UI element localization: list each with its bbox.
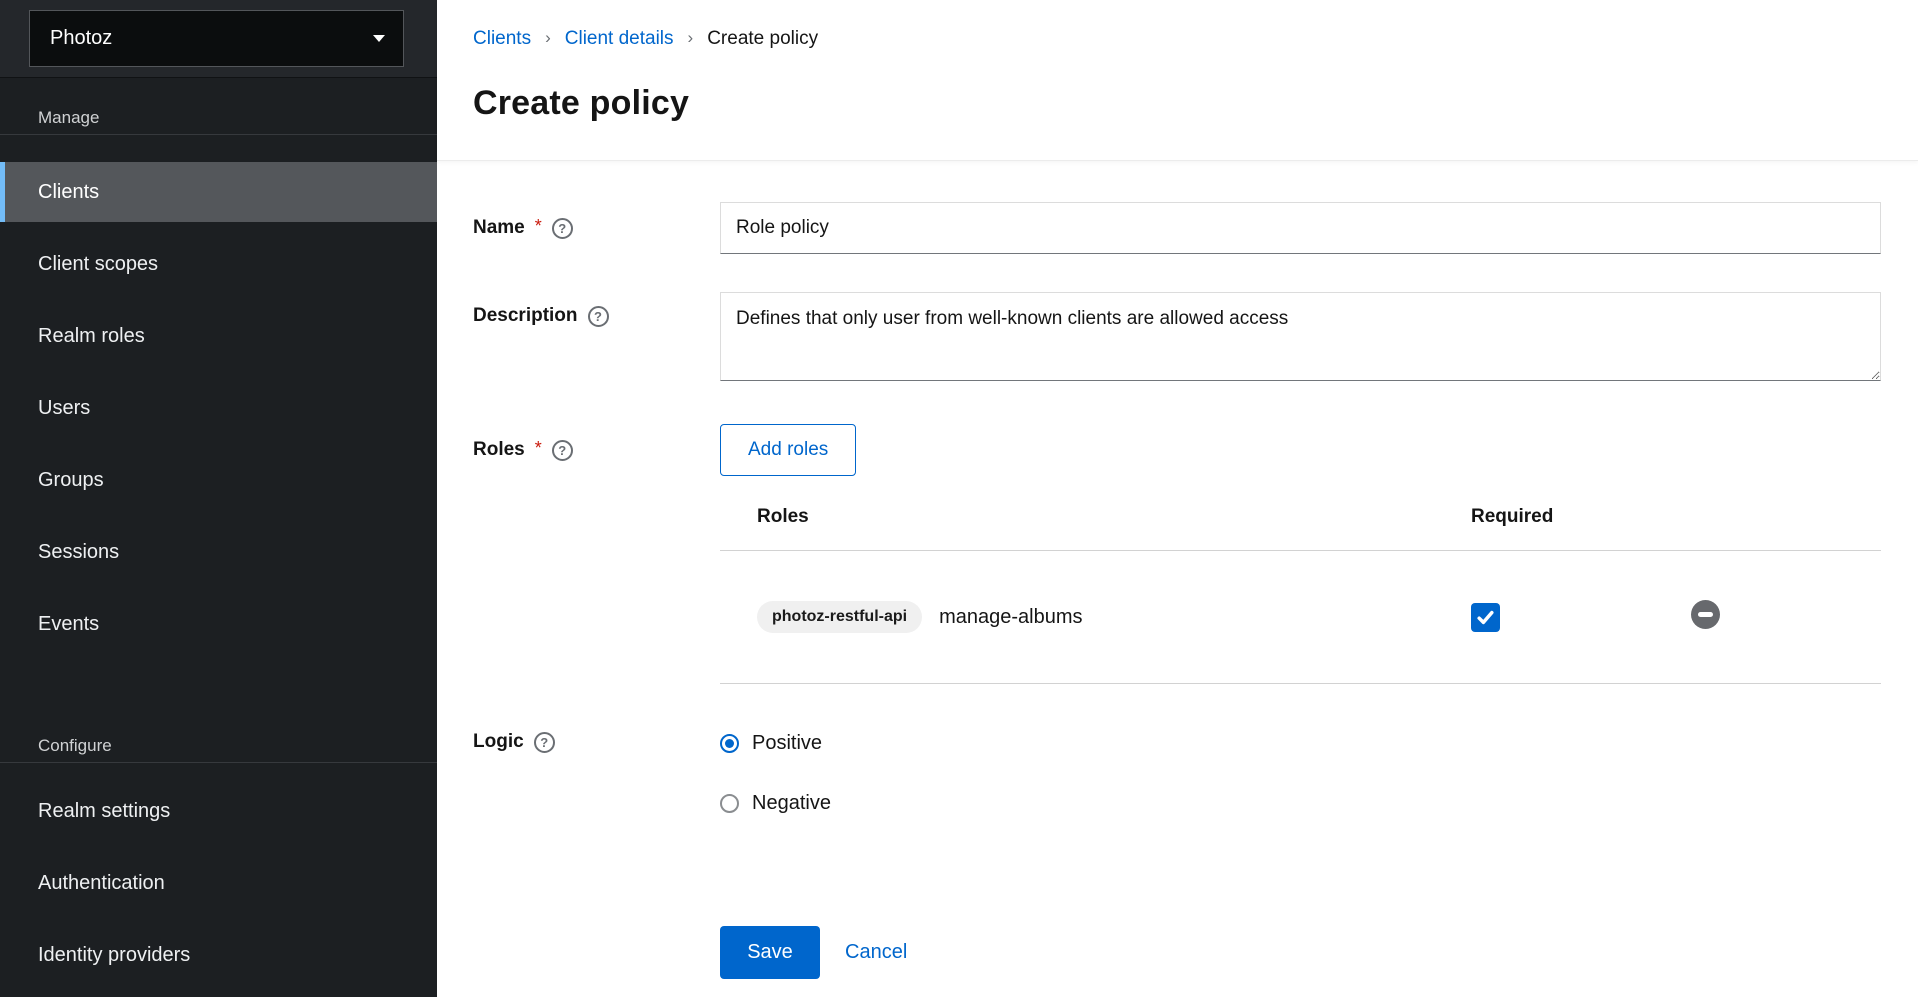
name-label-text: Name	[473, 217, 525, 239]
description-textarea[interactable]: Defines that only user from well-known c…	[720, 292, 1881, 381]
name-input[interactable]	[720, 202, 1881, 254]
sidebar-header: Photoz	[0, 0, 437, 78]
breadcrumb: Clients › Client details › Create policy	[473, 0, 1881, 50]
sidebar-item-realm-roles[interactable]: Realm roles	[0, 306, 437, 366]
table-row: photoz-restful-api manage-albums	[720, 551, 1881, 684]
cancel-button[interactable]: Cancel	[845, 941, 907, 964]
role-name: manage-albums	[939, 606, 1082, 629]
sidebar-item-client-scopes[interactable]: Client scopes	[0, 234, 437, 294]
add-roles-button[interactable]: Add roles	[720, 424, 856, 476]
required-column-header: Required	[1451, 486, 1691, 551]
roles-label-text: Roles	[473, 439, 525, 461]
chevron-right-icon: ›	[545, 28, 551, 48]
help-icon[interactable]: ?	[534, 732, 555, 753]
minus-circle-icon	[1691, 600, 1720, 629]
roles-table-header-row: Roles Required	[720, 486, 1881, 551]
logic-positive-label[interactable]: Positive	[752, 732, 822, 755]
action-column-header	[1691, 486, 1881, 551]
save-button[interactable]: Save	[720, 926, 820, 979]
page-title: Create policy	[473, 84, 1881, 123]
required-checkbox[interactable]	[1471, 603, 1500, 632]
help-icon[interactable]: ?	[552, 440, 573, 461]
description-label-text: Description	[473, 305, 578, 327]
name-form-group: Name * ?	[473, 202, 1881, 254]
checkmark-icon	[1475, 607, 1496, 628]
sidebar-item-clients[interactable]: Clients	[0, 162, 437, 222]
logic-label: Logic ?	[473, 729, 720, 753]
form-actions: Save Cancel	[720, 926, 1881, 979]
logic-label-text: Logic	[473, 731, 524, 753]
sidebar: Photoz Manage Clients Client scopes Real…	[0, 0, 437, 997]
main-content: Clients › Client details › Create policy…	[437, 0, 1918, 997]
breadcrumb-current: Create policy	[707, 28, 818, 50]
description-form-group: Description ? Defines that only user fro…	[473, 292, 1881, 386]
chevron-right-icon: ›	[688, 28, 694, 48]
nav-section-title-configure: Configure	[0, 666, 437, 762]
create-policy-form: Name * ? Description ? Defines that only…	[437, 161, 1918, 979]
sidebar-item-groups[interactable]: Groups	[0, 450, 437, 510]
description-label: Description ?	[473, 292, 720, 327]
radio-unselected-icon[interactable]	[720, 794, 739, 813]
role-cell: photoz-restful-api manage-albums	[757, 601, 1451, 633]
nav-section-title-manage: Manage	[0, 78, 437, 134]
realm-selector-dropdown[interactable]: Photoz	[29, 10, 404, 67]
page-header: Clients › Client details › Create policy…	[437, 0, 1918, 161]
roles-table: Roles Required photoz-restful-api manage…	[720, 486, 1881, 684]
help-icon[interactable]: ?	[588, 306, 609, 327]
help-icon[interactable]: ?	[552, 218, 573, 239]
realm-selector-label: Photoz	[50, 27, 112, 50]
nav-list-configure: Realm settings Authentication Identity p…	[0, 763, 437, 985]
logic-negative-label[interactable]: Negative	[752, 792, 831, 815]
logic-form-group: Logic ? Positive Negative Save Cancel	[473, 729, 1881, 979]
client-chip: photoz-restful-api	[757, 601, 922, 633]
name-label: Name * ?	[473, 202, 720, 254]
sidebar-item-realm-settings[interactable]: Realm settings	[0, 781, 437, 841]
sidebar-item-events[interactable]: Events	[0, 594, 437, 654]
roles-form-group: Roles * ? Add roles Roles Required	[473, 424, 1881, 684]
sidebar-item-identity-providers[interactable]: Identity providers	[0, 925, 437, 985]
nav-list-manage: Clients Client scopes Realm roles Users …	[0, 135, 437, 654]
sidebar-nav: Manage Clients Client scopes Realm roles…	[0, 78, 437, 997]
sidebar-item-users[interactable]: Users	[0, 378, 437, 438]
required-asterisk: *	[535, 216, 542, 237]
sidebar-item-sessions[interactable]: Sessions	[0, 522, 437, 582]
breadcrumb-link-client-details[interactable]: Client details	[565, 28, 674, 50]
sidebar-item-authentication[interactable]: Authentication	[0, 853, 437, 913]
roles-column-header: Roles	[720, 486, 1451, 551]
logic-negative-option[interactable]: Negative	[720, 789, 1881, 817]
chevron-down-icon	[373, 35, 385, 42]
logic-positive-option[interactable]: Positive	[720, 729, 1881, 757]
remove-role-button[interactable]	[1691, 600, 1720, 629]
required-asterisk: *	[535, 438, 542, 459]
roles-label: Roles * ?	[473, 424, 720, 476]
radio-selected-icon[interactable]	[720, 734, 739, 753]
breadcrumb-link-clients[interactable]: Clients	[473, 28, 531, 50]
